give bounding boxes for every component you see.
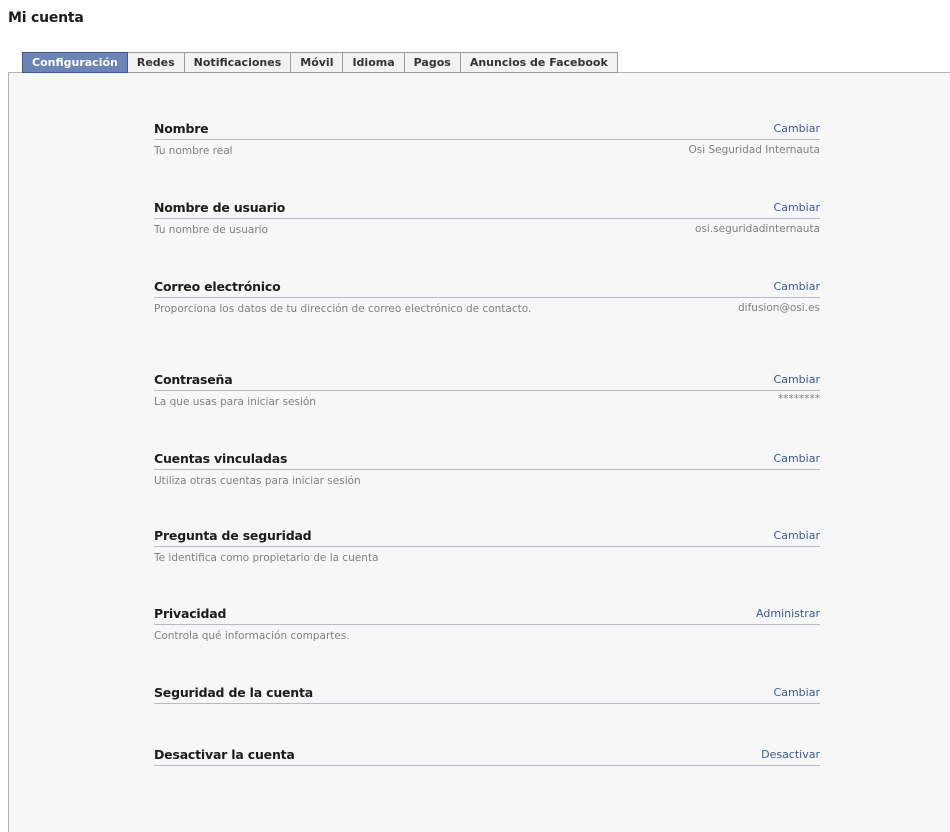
manage-privacy-link[interactable]: Administrar (756, 607, 820, 620)
setting-title: Seguridad de la cuenta (154, 685, 314, 700)
tab-pagos[interactable]: Pagos (404, 52, 461, 73)
setting-value: Osi Seguridad Internauta (688, 144, 820, 156)
setting-header: Correo electrónico Cambiar (154, 279, 820, 298)
change-linked-accounts-link[interactable]: Cambiar (774, 452, 820, 465)
setting-description: Controla qué información compartes. (154, 630, 350, 642)
change-security-question-link[interactable]: Cambiar (774, 529, 820, 542)
setting-title: Desactivar la cuenta (154, 747, 295, 762)
setting-description: Tu nombre real (154, 145, 233, 157)
setting-header: Pregunta de seguridad Cambiar (154, 528, 820, 547)
setting-value: osi.seguridadinternauta (695, 223, 820, 235)
setting-description: Te identifica como propietario de la cue… (154, 552, 379, 564)
change-account-security-link[interactable]: Cambiar (774, 686, 820, 699)
tab-bar: Configuración Redes Notificaciones Móvil… (22, 52, 618, 73)
change-password-link[interactable]: Cambiar (774, 373, 820, 386)
change-name-link[interactable]: Cambiar (774, 122, 820, 135)
setting-header: Contraseña Cambiar (154, 372, 820, 391)
setting-title: Contraseña (154, 372, 233, 387)
setting-description: Utiliza otras cuentas para iniciar sesió… (154, 475, 361, 487)
setting-value: ******** (778, 393, 820, 405)
setting-linked-accounts: Cuentas vinculadas Cambiar Utiliza otras… (154, 451, 820, 487)
setting-email: Correo electrónico Cambiar Proporciona l… (154, 279, 820, 315)
tab-anuncios-facebook[interactable]: Anuncios de Facebook (460, 52, 618, 73)
tab-idioma[interactable]: Idioma (343, 52, 405, 73)
setting-title: Nombre (154, 121, 209, 136)
setting-description: Tu nombre de usuario (154, 224, 269, 236)
setting-header: Nombre de usuario Cambiar (154, 200, 820, 219)
setting-title: Correo electrónico (154, 279, 281, 294)
setting-password: Contraseña Cambiar La que usas para inic… (154, 372, 820, 408)
setting-nombre: Nombre Cambiar Tu nombre real Osi Seguri… (154, 121, 820, 157)
setting-title: Cuentas vinculadas (154, 451, 288, 466)
setting-header: Desactivar la cuenta Desactivar (154, 747, 820, 766)
setting-username: Nombre de usuario Cambiar Tu nombre de u… (154, 200, 820, 236)
tab-configuracion[interactable]: Configuración (22, 52, 128, 73)
setting-privacy: Privacidad Administrar Controla qué info… (154, 606, 820, 642)
setting-header: Nombre Cambiar (154, 121, 820, 140)
setting-security-question: Pregunta de seguridad Cambiar Te identif… (154, 528, 820, 564)
tab-notificaciones[interactable]: Notificaciones (184, 52, 292, 73)
setting-title: Privacidad (154, 606, 227, 621)
setting-account-security: Seguridad de la cuenta Cambiar (154, 685, 820, 704)
setting-description: Proporciona los datos de tu dirección de… (154, 303, 532, 315)
setting-deactivate-account: Desactivar la cuenta Desactivar (154, 747, 820, 766)
change-username-link[interactable]: Cambiar (774, 201, 820, 214)
tab-redes[interactable]: Redes (127, 52, 185, 73)
change-email-link[interactable]: Cambiar (774, 280, 820, 293)
setting-title: Nombre de usuario (154, 200, 286, 215)
setting-title: Pregunta de seguridad (154, 528, 312, 543)
deactivate-account-link[interactable]: Desactivar (761, 748, 820, 761)
setting-header: Seguridad de la cuenta Cambiar (154, 685, 820, 704)
setting-header: Cuentas vinculadas Cambiar (154, 451, 820, 470)
page-title: Mi cuenta (8, 10, 84, 26)
setting-description: La que usas para iniciar sesión (154, 396, 316, 408)
setting-header: Privacidad Administrar (154, 606, 820, 625)
setting-value: difusion@osi.es (738, 302, 820, 314)
tab-movil[interactable]: Móvil (291, 52, 344, 73)
